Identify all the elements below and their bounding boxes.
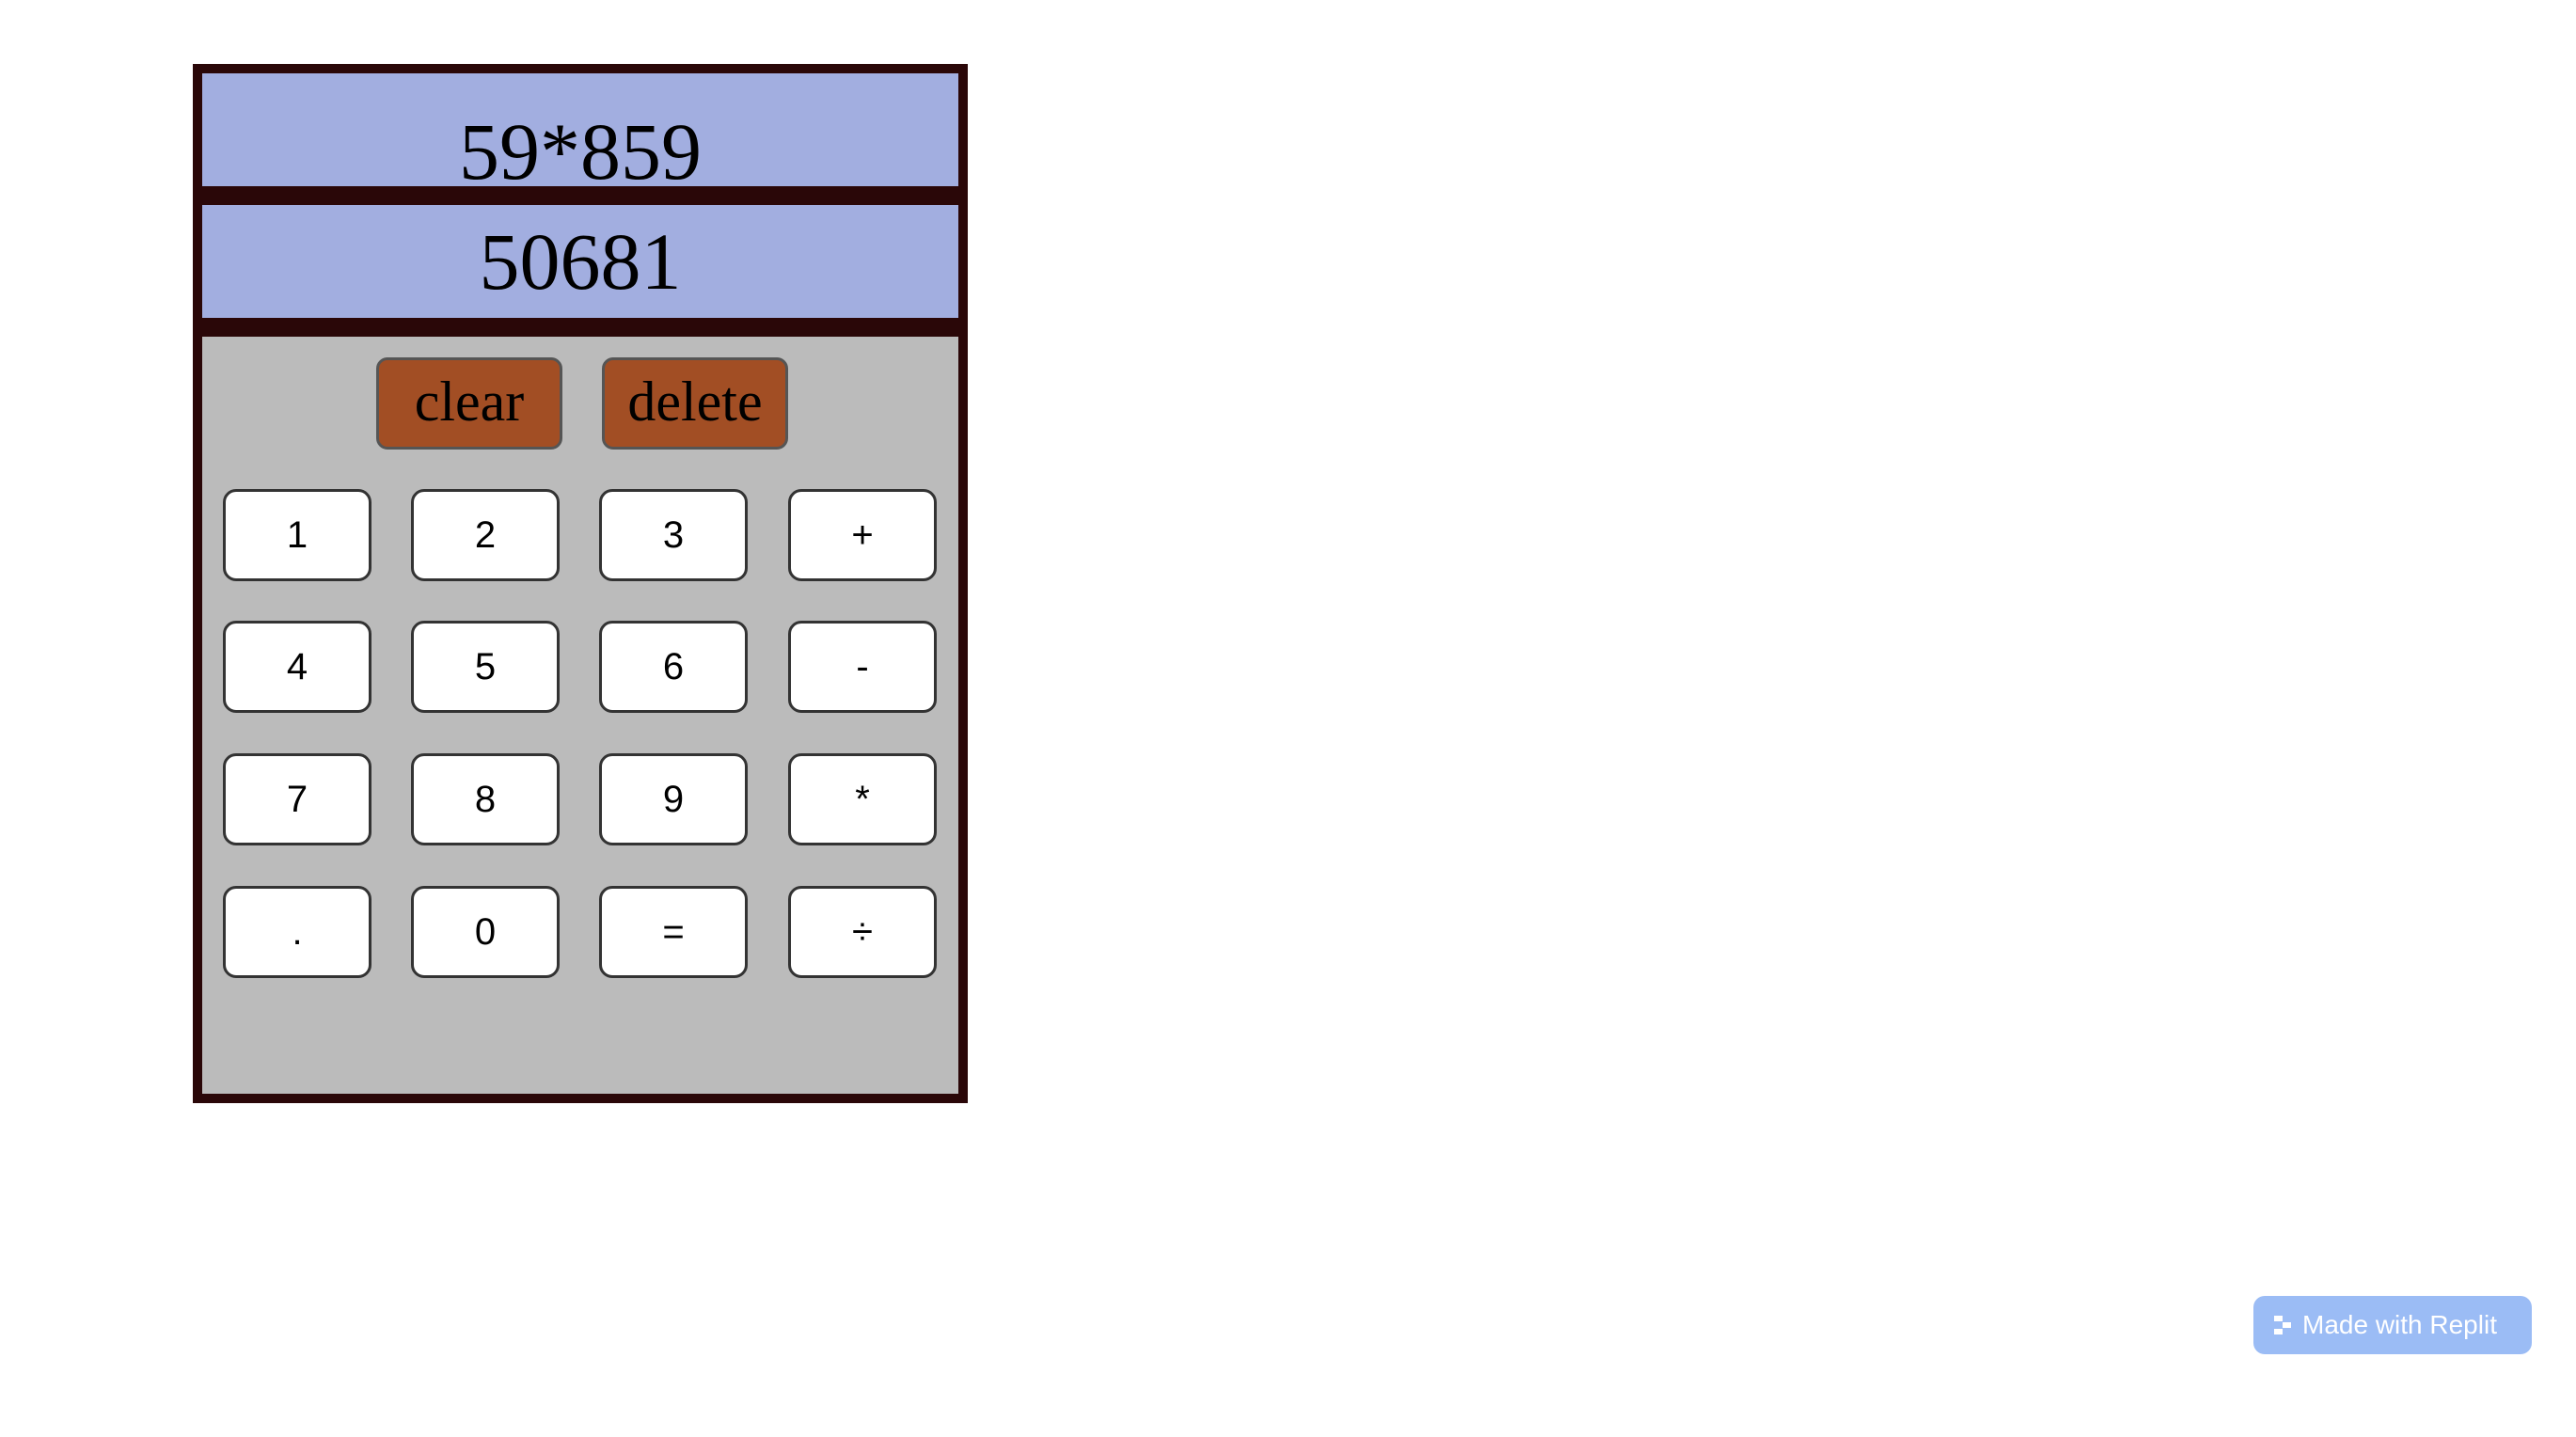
badge-label: Made with Replit — [2302, 1310, 2497, 1339]
key-5-button[interactable]: 5 — [411, 621, 560, 713]
calculator: 59*859 50681 clear delete 1 2 3 + 4 5 6 … — [193, 64, 968, 1103]
clear-button[interactable]: clear — [376, 357, 562, 450]
key-1-button[interactable]: 1 — [223, 489, 371, 581]
equals-button[interactable]: = — [599, 886, 748, 978]
delete-button[interactable]: delete — [602, 357, 788, 450]
key-0-button[interactable]: 0 — [411, 886, 560, 978]
plus-button[interactable]: + — [788, 489, 937, 581]
previous-operand-display: 59*859 — [202, 73, 958, 186]
keypad: clear delete 1 2 3 + 4 5 6 - 7 8 9 * . 0… — [202, 337, 958, 1094]
decimal-button[interactable]: . — [223, 886, 371, 978]
minus-button[interactable]: - — [788, 621, 937, 713]
key-8-button[interactable]: 8 — [411, 753, 560, 845]
key-9-button[interactable]: 9 — [599, 753, 748, 845]
key-2-button[interactable]: 2 — [411, 489, 560, 581]
current-operand-display: 50681 — [202, 205, 958, 318]
key-7-button[interactable]: 7 — [223, 753, 371, 845]
made-with-replit-badge[interactable]: Made with Replit — [2253, 1296, 2532, 1354]
key-6-button[interactable]: 6 — [599, 621, 748, 713]
replit-icon — [2274, 1316, 2291, 1334]
key-4-button[interactable]: 4 — [223, 621, 371, 713]
key-3-button[interactable]: 3 — [599, 489, 748, 581]
divide-button[interactable]: ÷ — [788, 886, 937, 978]
multiply-button[interactable]: * — [788, 753, 937, 845]
